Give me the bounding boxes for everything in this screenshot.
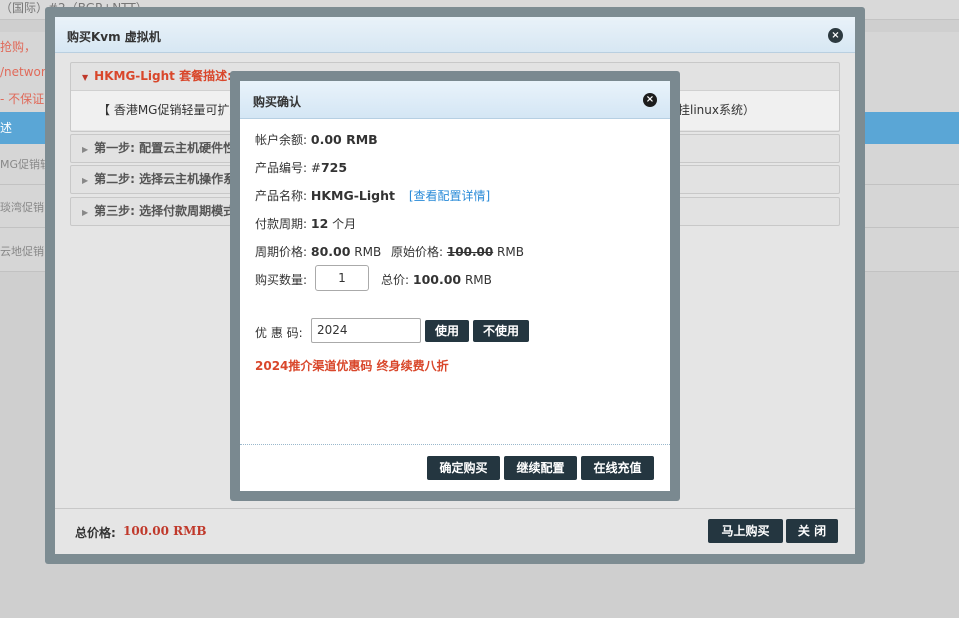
original-price-value: 100.00	[446, 245, 494, 259]
background-row-text: 云地促销	[0, 245, 44, 258]
payment-period-value: 12	[310, 216, 329, 231]
product-number-prefix: #	[310, 161, 321, 175]
quantity-input[interactable]: 1	[315, 265, 369, 291]
background-row-text: MG促销轻	[0, 158, 52, 171]
total-price-label: 总价格:	[75, 526, 116, 540]
accordion-header-label: HKMG-Light 套餐描述:	[94, 69, 232, 83]
accordion-step-label: 第三步: 选择付款周期模式	[94, 204, 236, 218]
package-description-text: 【 香港MG促销轻量可扩展	[98, 103, 242, 117]
period-price-label: 周期价格:	[255, 245, 308, 259]
use-coupon-button[interactable]: 使用	[425, 320, 469, 342]
total-currency: RMB	[464, 273, 492, 287]
payment-period-label: 付款周期:	[255, 217, 308, 231]
total-row: 总价: 100.00 RMB	[381, 271, 492, 288]
caret-down-icon: ▼	[82, 73, 89, 82]
online-recharge-button[interactable]: 在线充值	[581, 456, 654, 480]
background-red-text-3: - 不保证	[0, 92, 45, 106]
buy-now-button[interactable]: 马上购买	[708, 519, 783, 543]
promo-text: 2024推介渠道优惠码 终身续费八折	[255, 359, 449, 373]
confirm-dialog-footer: 确定购买 继续配置 在线充值	[240, 444, 670, 491]
product-name-row: 产品名称: HKMG-Light [查看配置详情]	[255, 187, 490, 204]
close-button[interactable]: 关 闭	[786, 519, 838, 543]
confirm-dialog-header: 购买确认 ×	[240, 81, 670, 119]
account-balance-row: 帐户余额: 0.00 RMB	[255, 131, 378, 148]
period-price-value: 80.00	[310, 244, 351, 259]
purchase-confirm-dialog: 购买确认 × 帐户余额: 0.00 RMB 产品编号: #725 产品名称: H…	[240, 81, 670, 491]
dialog-footer: 总价格: 100.00 RMB 马上购买 关 闭	[55, 508, 855, 554]
caret-right-icon: ▶	[82, 176, 89, 185]
account-balance-value: 0.00 RMB	[310, 132, 378, 147]
background-red-text-1: 抢购，	[0, 40, 37, 54]
view-config-link[interactable]: [查看配置详情]	[409, 189, 490, 203]
original-price-label: 原始价格:	[391, 245, 444, 259]
payment-period-unit: 个月	[332, 217, 357, 231]
dont-use-coupon-button[interactable]: 不使用	[473, 320, 529, 342]
accordion-step-label: 第一步: 配置云主机硬件性	[94, 141, 236, 155]
product-name-value: HKMG-Light	[310, 188, 395, 203]
confirm-purchase-button[interactable]: 确定购买	[427, 456, 500, 480]
period-price-currency: RMB	[354, 245, 382, 259]
continue-config-button[interactable]: 继续配置	[504, 456, 577, 480]
close-icon[interactable]: ×	[643, 93, 657, 107]
coupon-label: 优 惠 码:	[255, 326, 303, 340]
total-price-value: 100.00 RMB	[123, 524, 207, 538]
total-value: 100.00	[412, 272, 462, 287]
quantity-label: 购买数量:	[255, 273, 308, 287]
background-row-text: 琰湾促销	[0, 201, 44, 214]
package-description-tail: 挂linux系统）	[678, 103, 755, 117]
price-row: 周期价格: 80.00 RMB 原始价格: 100.00 RMB	[255, 243, 524, 260]
close-icon[interactable]: ×	[828, 28, 843, 43]
coupon-input[interactable]: 2024	[311, 318, 421, 343]
product-name-label: 产品名称:	[255, 189, 308, 203]
background-header-text: 述	[0, 121, 13, 135]
purchase-confirm-dialog-frame: 购买确认 × 帐户余额: 0.00 RMB 产品编号: #725 产品名称: H…	[230, 71, 680, 501]
caret-right-icon: ▶	[82, 145, 89, 154]
dialog-title: 购买Kvm 虚拟机	[67, 30, 161, 44]
payment-period-row: 付款周期: 12 个月	[255, 215, 356, 232]
account-balance-label: 帐户余额:	[255, 133, 308, 147]
product-number-label: 产品编号:	[255, 161, 308, 175]
caret-right-icon: ▶	[82, 208, 89, 217]
accordion-step-label: 第二步: 选择云主机操作系	[94, 172, 236, 186]
confirm-dialog-title: 购买确认	[253, 95, 302, 109]
product-number-value: 725	[320, 160, 348, 175]
product-number-row: 产品编号: #725	[255, 159, 347, 176]
total-label: 总价:	[381, 273, 410, 287]
dialog-header: 购买Kvm 虚拟机 ×	[55, 17, 855, 53]
original-price-currency: RMB	[497, 245, 524, 259]
